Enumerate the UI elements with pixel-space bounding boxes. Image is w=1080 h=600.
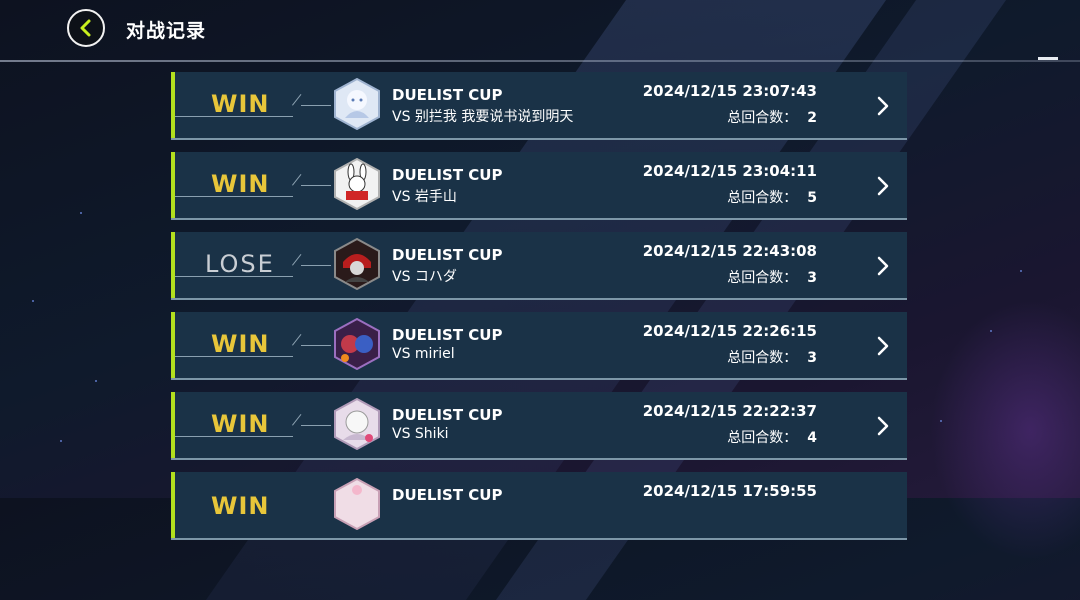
turn-count-label: 总回合数： xyxy=(727,270,798,286)
rabbit-avatar-icon xyxy=(331,157,383,211)
turn-count: 总回合数： 2 xyxy=(727,107,817,127)
record-row[interactable]: WIN DUELIST CUP VS 别拦我 我要说书说到明天 2024/12/… xyxy=(171,72,907,140)
row-accent-bar xyxy=(171,392,175,458)
opponent-name: VS 岩手山 xyxy=(392,189,457,205)
event-name: DUELIST CUP xyxy=(392,486,503,504)
row-accent-bar xyxy=(171,472,175,538)
event-name: DUELIST CUP xyxy=(392,246,503,264)
turn-count-label: 总回合数： xyxy=(727,350,798,366)
match-datetime: 2024/12/15 23:04:11 xyxy=(642,162,817,180)
result-underline xyxy=(175,196,293,197)
turn-count-value: 2 xyxy=(807,110,817,126)
flower-avatar-icon xyxy=(331,477,383,531)
result-underline-tail xyxy=(301,425,331,426)
opponent-name: VS Shiki xyxy=(392,426,449,442)
result-label: WIN xyxy=(211,410,270,438)
result-underline xyxy=(175,356,293,357)
result-label: WIN xyxy=(211,170,270,198)
result-underline xyxy=(175,116,293,117)
result-label: WIN xyxy=(211,330,270,358)
turn-count-value: 5 xyxy=(807,190,817,206)
chevron-right-icon xyxy=(877,96,889,116)
event-name: DUELIST CUP xyxy=(392,86,503,104)
chevron-right-icon xyxy=(877,176,889,196)
result-label: LOSE xyxy=(205,250,275,278)
chevron-right-icon xyxy=(877,336,889,356)
turn-count: 总回合数： 3 xyxy=(727,347,817,367)
result-label: WIN xyxy=(211,492,270,520)
turn-count-value: 4 xyxy=(807,430,817,446)
header-tick xyxy=(1038,57,1058,60)
chevron-right-icon xyxy=(877,256,889,276)
event-name: DUELIST CUP xyxy=(392,326,503,344)
back-button[interactable] xyxy=(67,9,105,47)
match-datetime: 2024/12/15 22:22:37 xyxy=(642,402,817,420)
opponent-name: VS miriel xyxy=(392,346,455,362)
record-row[interactable]: WIN DUELIST CUP VS miriel 2024/12/15 22:… xyxy=(171,312,907,380)
record-row[interactable]: WIN DUELIST CUP VS 岩手山 2024/12/15 23:04:… xyxy=(171,152,907,220)
turn-count-value: 3 xyxy=(807,350,817,366)
match-datetime: 2024/12/15 22:26:15 xyxy=(642,322,817,340)
masked-avatar-icon xyxy=(331,237,383,291)
match-datetime: 2024/12/15 23:07:43 xyxy=(642,82,817,100)
record-row[interactable]: WIN DUELIST CUP 2024/12/15 17:59:55 xyxy=(171,472,907,540)
result-underline xyxy=(175,436,293,437)
chevron-right-icon xyxy=(877,416,889,436)
result-underline xyxy=(175,276,293,277)
opponent-name: VS 别拦我 我要说书说到明天 xyxy=(392,109,574,125)
ice-avatar-icon xyxy=(331,77,383,131)
page-title: 对战记录 xyxy=(126,20,207,42)
header-bar: 对战记录 xyxy=(0,0,1080,62)
opponent-name: VS コハダ xyxy=(392,269,457,285)
turn-count: 总回合数： 5 xyxy=(727,187,817,207)
result-underline-tail xyxy=(301,105,331,106)
turn-count: 总回合数： 3 xyxy=(727,267,817,287)
result-underline-tail xyxy=(301,265,331,266)
row-accent-bar xyxy=(171,152,175,218)
row-accent-bar xyxy=(171,72,175,138)
event-name: DUELIST CUP xyxy=(392,406,503,424)
turn-count-label: 总回合数： xyxy=(727,110,798,126)
turn-count: 总回合数： 4 xyxy=(727,427,817,447)
result-label: WIN xyxy=(211,90,270,118)
match-datetime: 2024/12/15 17:59:55 xyxy=(642,482,817,500)
turn-count-value: 3 xyxy=(807,270,817,286)
white-hair-avatar-icon xyxy=(331,397,383,451)
event-name: DUELIST CUP xyxy=(392,166,503,184)
result-underline-tail xyxy=(301,185,331,186)
duo-avatar-icon xyxy=(331,317,383,371)
chevron-left-icon xyxy=(80,19,91,37)
record-row[interactable]: LOSE DUELIST CUP VS コハダ 2024/12/15 22:43… xyxy=(171,232,907,300)
turn-count-label: 总回合数： xyxy=(727,190,798,206)
row-accent-bar xyxy=(171,312,175,378)
result-underline-tail xyxy=(301,345,331,346)
row-accent-bar xyxy=(171,232,175,298)
turn-count-label: 总回合数： xyxy=(727,430,798,446)
record-row[interactable]: WIN DUELIST CUP VS Shiki 2024/12/15 22:2… xyxy=(171,392,907,460)
match-datetime: 2024/12/15 22:43:08 xyxy=(642,242,817,260)
header-divider xyxy=(0,60,1080,62)
